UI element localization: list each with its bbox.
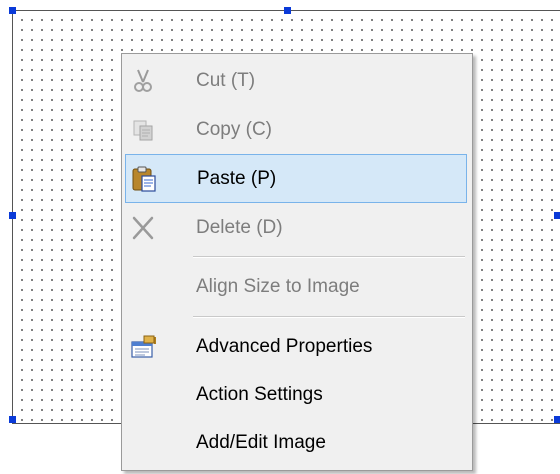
selection-handle-bottom-left[interactable]	[9, 416, 16, 423]
menu-item-label: Action Settings	[196, 384, 323, 405]
context-menu: Cut (T) Copy (C) Paste (P) Delete (D) Al…	[121, 53, 473, 471]
selection-handle-bottom-right[interactable]	[554, 416, 560, 423]
selection-handle-top-left[interactable]	[9, 7, 16, 14]
menu-item-cut[interactable]: Cut (T)	[125, 64, 465, 97]
clipboard-paste-icon	[130, 165, 158, 192]
menu-item-add-edit-image[interactable]: Add/Edit Image	[125, 426, 465, 459]
menu-item-advanced-properties[interactable]: Advanced Properties	[125, 330, 465, 363]
menu-item-label: Delete (D)	[196, 217, 283, 238]
menu-item-label: Align Size to Image	[196, 276, 360, 297]
selection-handle-top-center[interactable]	[284, 7, 291, 14]
menu-item-copy[interactable]: Copy (C)	[125, 113, 465, 146]
menu-item-action-settings[interactable]: Action Settings	[125, 378, 465, 411]
copy-icon	[129, 117, 157, 143]
menu-item-label: Advanced Properties	[196, 336, 373, 357]
scissors-icon	[129, 68, 157, 94]
menu-item-align-size-to-image[interactable]: Align Size to Image	[125, 270, 465, 303]
menu-item-label: Cut (T)	[196, 70, 256, 91]
menu-separator	[193, 256, 465, 258]
menu-item-label: Copy (C)	[196, 119, 273, 140]
menu-item-paste[interactable]: Paste (P)	[125, 154, 467, 203]
menu-separator	[193, 316, 465, 318]
selection-handle-middle-right[interactable]	[554, 212, 560, 219]
properties-icon	[129, 334, 157, 360]
design-canvas[interactable]: Cut (T) Copy (C) Paste (P) Delete (D) Al…	[0, 0, 560, 474]
menu-item-label: Paste (P)	[197, 168, 277, 189]
selection-handle-middle-left[interactable]	[9, 212, 16, 219]
delete-x-icon	[129, 215, 157, 241]
menu-item-label: Add/Edit Image	[196, 432, 326, 453]
menu-item-delete[interactable]: Delete (D)	[125, 211, 465, 244]
